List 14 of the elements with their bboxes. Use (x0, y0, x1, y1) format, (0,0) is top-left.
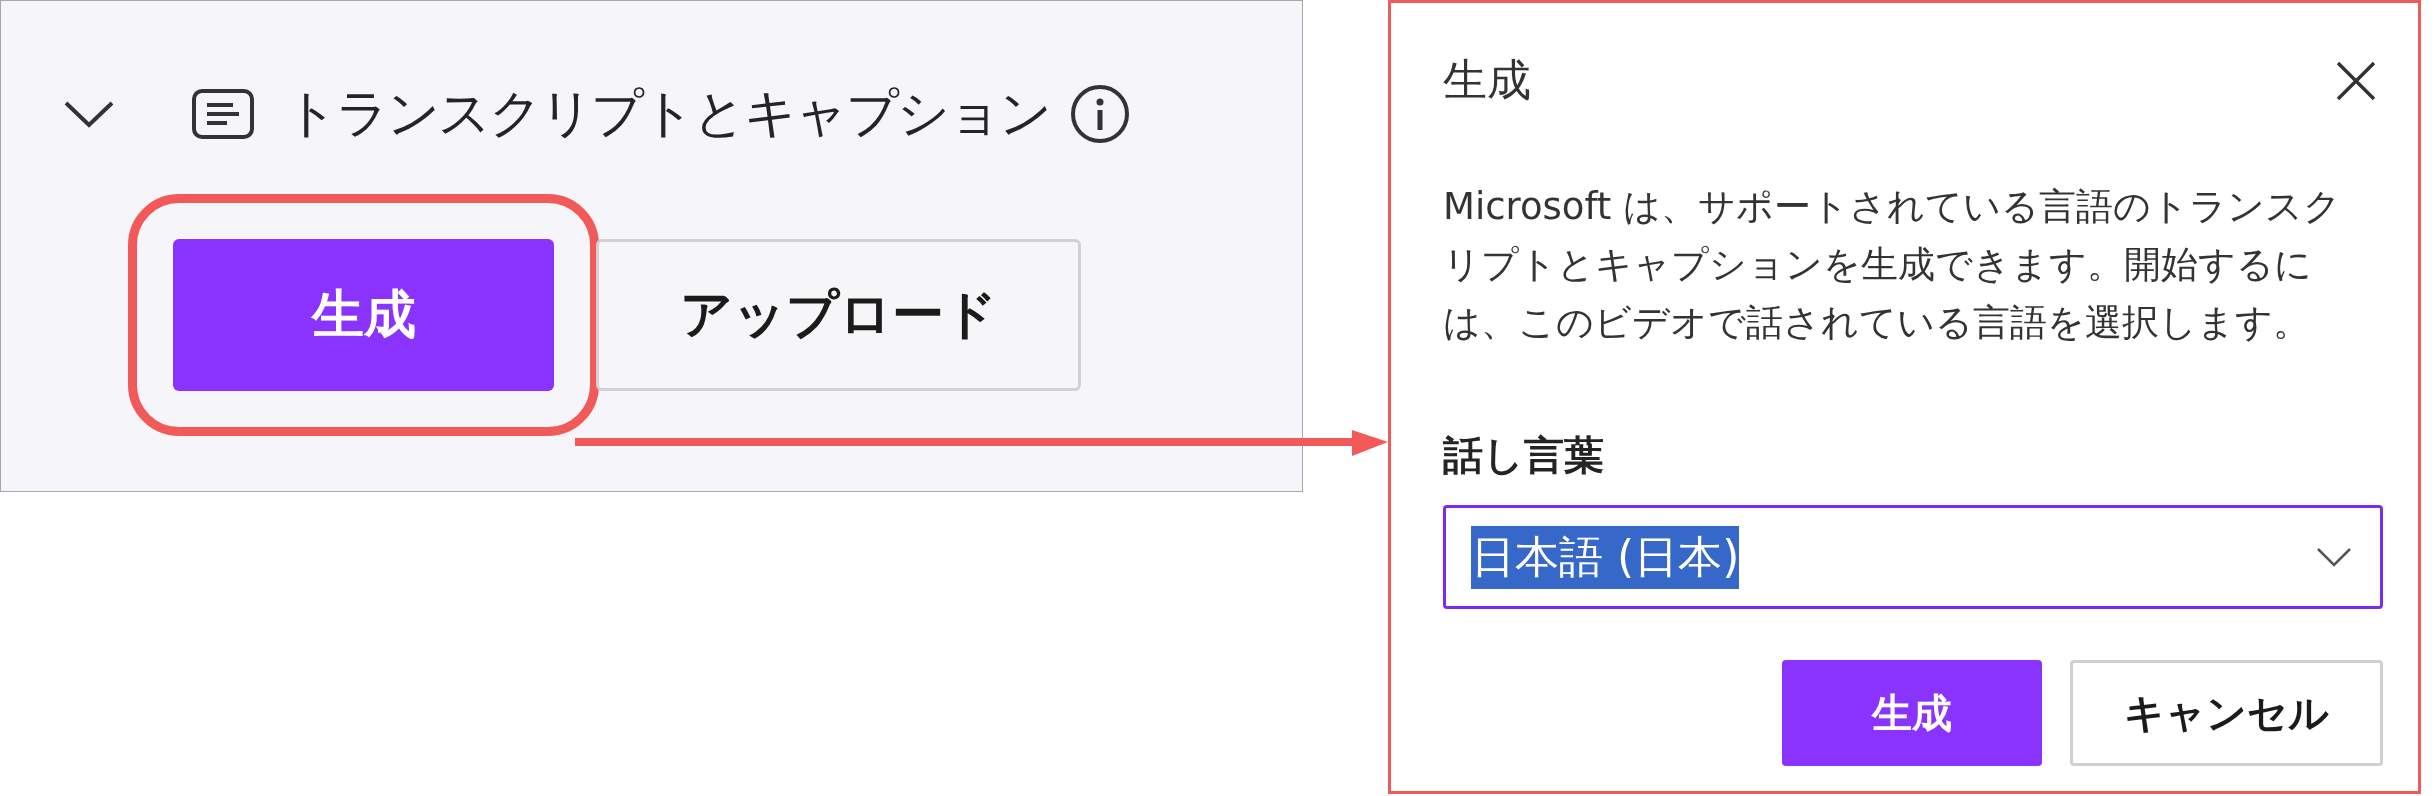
language-dropdown[interactable]: 日本語 (日本) (1443, 505, 2383, 609)
chevron-icon (2316, 547, 2352, 567)
document-icon (191, 88, 255, 140)
dropdown-value: 日本語 (日本) (1471, 525, 1740, 589)
generate-button[interactable]: 生成 (1782, 660, 2042, 766)
section-title: トランスクリプトとキャプション (285, 82, 1050, 145)
generate-button[interactable]: 生成 (173, 239, 554, 391)
chevron-icon[interactable] (63, 99, 115, 129)
dialog-description: Microsoft は、サポートされている言語のトランスクリプトとキャプションを生成できます。開始するには、このビデオで話されている言語を選択します。 (1443, 184, 2343, 346)
cancel-button[interactable]: キャンセル (2070, 660, 2383, 766)
info-icon[interactable] (1070, 84, 1130, 144)
upload-button[interactable]: アップロード (596, 239, 1081, 391)
dialog-title: 生成 (1443, 53, 1531, 107)
field-label: 話し言葉 (1443, 431, 1605, 480)
